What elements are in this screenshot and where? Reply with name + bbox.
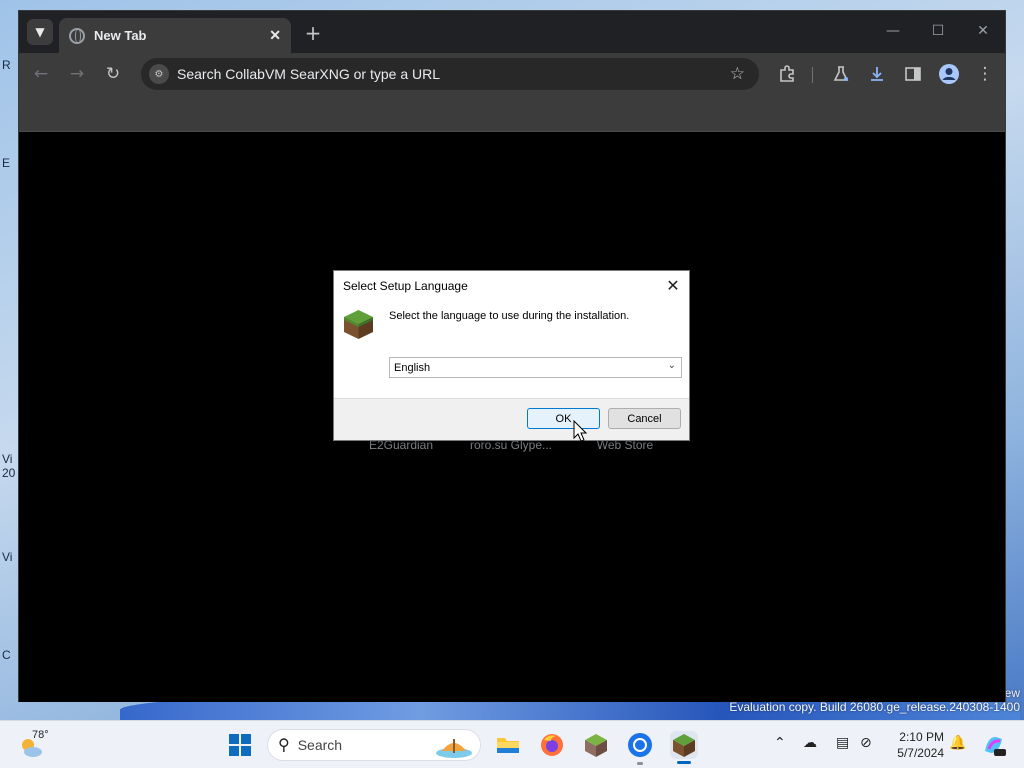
maximize-icon: ☐ — [931, 23, 945, 39]
forward-button[interactable]: → — [65, 62, 89, 86]
ok-button[interactable]: OK — [527, 408, 600, 429]
bookmarks-bar — [19, 95, 1005, 132]
avatar-icon — [939, 64, 959, 84]
language-select-value: English — [394, 361, 431, 374]
back-button[interactable]: ← — [29, 62, 53, 86]
minecraft-setup-button[interactable] — [670, 731, 698, 759]
chevron-up-icon[interactable]: ⌃ — [774, 735, 786, 751]
close-icon: ✕ — [977, 23, 989, 39]
arrow-right-icon: → — [69, 64, 85, 84]
firefox-button[interactable] — [538, 731, 566, 759]
copilot-button[interactable] — [980, 731, 1008, 759]
address-bar[interactable]: ⚙ Search CollabVM SearXNG or type a URL … — [141, 58, 759, 90]
search-label: Search — [297, 737, 343, 753]
folder-icon — [497, 738, 519, 753]
active-indicator — [677, 761, 691, 764]
chevron-down-icon: ▼ — [35, 25, 45, 39]
download-icon — [871, 67, 883, 81]
notification-bell-icon[interactable]: 🔔 — [949, 735, 966, 751]
setup-language-dialog: Select Setup Language ✕ Select the langu… — [333, 270, 690, 441]
desktop-icon-label[interactable]: R — [2, 58, 18, 72]
dialog-body: Select the language to use during the in… — [334, 301, 689, 398]
desktop-icon-label[interactable]: C — [2, 648, 18, 662]
window-close-button[interactable]: ✕ — [969, 21, 997, 41]
side-panel-button[interactable] — [901, 62, 925, 86]
desktop-icon-label[interactable]: Vi — [2, 550, 18, 564]
copilot-icon — [985, 736, 1006, 756]
minecraft-launcher-button[interactable] — [582, 731, 610, 759]
clock-time: 2:10 PM — [899, 730, 944, 744]
search-icon: ⚲ — [278, 737, 290, 754]
tab-search-button[interactable]: ▼ — [27, 19, 53, 45]
more-vertical-icon: ⋮ — [976, 64, 994, 84]
side-panel-icon — [905, 67, 921, 81]
browser-toolbar: ← → ↻ ⚙ Search CollabVM SearXNG or type … — [19, 53, 1005, 95]
firefox-icon — [541, 734, 563, 756]
dialog-close-button[interactable]: ✕ — [665, 278, 681, 295]
close-icon[interactable]: ✕ — [269, 27, 281, 44]
windows-logo-icon — [229, 734, 251, 756]
running-indicator — [637, 762, 643, 765]
plus-icon: + — [304, 21, 322, 45]
reload-icon: ↻ — [105, 64, 121, 84]
site-info-icon[interactable]: ⚙ — [149, 64, 169, 84]
tab-new-tab[interactable]: New Tab ✕ — [59, 18, 291, 53]
clock-date: 5/7/2024 — [897, 746, 944, 760]
labs-button[interactable] — [829, 62, 853, 86]
new-tab-button[interactable]: + — [301, 21, 325, 45]
address-placeholder: Search CollabVM SearXNG or type a URL — [177, 66, 440, 82]
downloads-button[interactable] — [865, 62, 889, 86]
search-highlight-icon — [436, 739, 472, 758]
volume-icon[interactable]: ⊘ — [860, 735, 872, 751]
desktop-icon-label[interactable]: Vi — [2, 452, 18, 466]
star-icon[interactable]: ☆ — [730, 64, 745, 84]
taskbar-search[interactable]: ⚲ Search — [267, 729, 481, 761]
evaluation-watermark: ew Evaluation copy. Build 26080.ge_relea… — [729, 686, 1020, 714]
close-icon: ✕ — [666, 278, 680, 295]
weather-temp: 78° — [32, 729, 49, 741]
dialog-message: Select the language to use during the in… — [389, 310, 630, 322]
minecraft-block-icon — [344, 310, 373, 339]
language-select[interactable]: English ⌄ — [389, 357, 682, 378]
taskbar: 78° ⚲ Search ⌃ ☁ ▤ ⊘ 2:10 PM 5/7/2024 🔔 — [0, 720, 1024, 768]
system-clock[interactable]: 2:10 PM 5/7/2024 — [884, 729, 944, 761]
chrome-icon — [628, 733, 652, 757]
dialog-titlebar[interactable]: Select Setup Language ✕ — [334, 271, 689, 301]
network-icon[interactable]: ▤ — [836, 735, 849, 751]
maximize-button[interactable]: ☐ — [924, 21, 952, 41]
reload-button[interactable]: ↻ — [101, 62, 125, 86]
mouse-cursor-icon — [573, 420, 587, 442]
globe-icon — [69, 27, 85, 44]
extensions-button[interactable] — [775, 62, 799, 86]
minimize-button[interactable]: — — [879, 21, 907, 41]
minecraft-block-icon — [673, 734, 695, 757]
start-button[interactable] — [226, 731, 254, 759]
grass-block-icon — [585, 734, 607, 757]
weather-widget[interactable]: 78° — [18, 729, 58, 761]
desktop-icon-label[interactable]: E — [2, 156, 18, 170]
toolbar-divider — [812, 67, 813, 83]
puzzle-icon — [780, 65, 794, 82]
minimize-icon: — — [886, 23, 900, 39]
flask-icon — [833, 66, 849, 81]
chrome-button[interactable] — [626, 731, 654, 759]
desktop-icon-label[interactable]: 20 — [2, 466, 18, 480]
tab-title: New Tab — [94, 28, 147, 43]
arrow-left-icon: ← — [33, 64, 49, 84]
onedrive-icon[interactable]: ☁ — [803, 735, 817, 751]
profile-button[interactable] — [937, 62, 961, 86]
cancel-button[interactable]: Cancel — [608, 408, 681, 429]
dialog-footer: OK Cancel — [334, 399, 689, 441]
file-explorer-button[interactable] — [494, 731, 522, 759]
menu-button[interactable]: ⋮ — [973, 62, 997, 86]
chevron-down-icon: ⌄ — [667, 360, 676, 371]
tab-strip: ▼ New Tab ✕ + — ☐ ✕ — [19, 11, 1005, 53]
dialog-title: Select Setup Language — [343, 279, 468, 293]
